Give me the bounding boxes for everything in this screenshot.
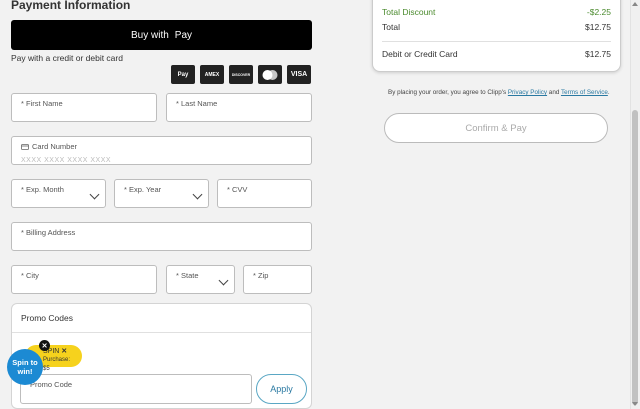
- visa-card-icon: VISA: [287, 65, 311, 84]
- apple-pay-button[interactable]: Buy with Pay: [11, 20, 312, 50]
- cvv-label: * CVV: [227, 185, 248, 194]
- terms-prefix: By placing your order, you agree to Clip…: [388, 89, 508, 96]
- divider: [12, 332, 311, 333]
- spin-to-win-button[interactable]: Spin to win!: [7, 349, 43, 385]
- scroll-up-icon[interactable]: [632, 2, 638, 6]
- summary-label: Total Discount: [382, 7, 436, 17]
- terms-and: and: [547, 89, 561, 96]
- terms-of-service-link[interactable]: Terms of Service: [561, 89, 608, 96]
- card-number-placeholder: XXXX XXXX XXXX XXXX: [21, 157, 112, 164]
- first-name-field[interactable]: * First Name: [11, 93, 157, 122]
- discover-card-icon: DISCOVER: [229, 65, 253, 84]
- promo-code-label: Promo Code: [30, 380, 73, 389]
- spin-to-win-label: Spin to win!: [12, 358, 38, 376]
- close-icon[interactable]: ✕: [39, 340, 50, 351]
- close-icon[interactable]: ✕: [61, 348, 67, 355]
- chevron-down-icon: [218, 275, 229, 286]
- apple-pay-label: Buy with: [130, 29, 169, 41]
- summary-value: $12.75: [585, 49, 611, 59]
- last-name-field[interactable]: * Last Name: [166, 93, 312, 122]
- city-label: * City: [21, 271, 39, 280]
- scrollbar-thumb[interactable]: [632, 110, 638, 405]
- state-select[interactable]: * State: [166, 265, 235, 294]
- divider: [382, 41, 611, 42]
- billing-address-field[interactable]: * Billing Address: [11, 222, 312, 251]
- chevron-down-icon: [89, 189, 100, 200]
- card-subtitle: Pay with a credit or debit card: [11, 53, 123, 63]
- chevron-down-icon: [192, 189, 203, 200]
- promo-code-input[interactable]: Promo Code: [20, 374, 252, 404]
- exp-year-select[interactable]: * Exp. Year: [114, 179, 209, 208]
- card-number-label-wrap: Card Number: [21, 142, 77, 151]
- billing-address-label: * Billing Address: [21, 228, 76, 237]
- mastercard-circles-icon: [262, 69, 278, 80]
- cvv-field[interactable]: * CVV: [217, 179, 312, 208]
- zip-label: * Zip: [253, 271, 269, 280]
- accepted-cards: Pay AMEX DISCOVER VISA: [171, 65, 311, 84]
- summary-row-total: Total $12.75: [382, 22, 611, 32]
- summary-value: $12.75: [585, 22, 611, 32]
- card-number-field[interactable]: Card Number XXXX XXXX XXXX XXXX: [11, 136, 312, 165]
- privacy-policy-link[interactable]: Privacy Policy: [508, 89, 547, 96]
- exp-month-label: * Exp. Month: [21, 185, 64, 194]
- first-name-label: * First Name: [21, 99, 63, 108]
- summary-label: Total: [382, 22, 400, 32]
- terms-suffix: .: [607, 89, 610, 96]
- exp-month-select[interactable]: * Exp. Month: [11, 179, 106, 208]
- state-label: * State: [176, 271, 199, 280]
- amex-card-icon: AMEX: [200, 65, 224, 84]
- credit-card-icon: [21, 143, 29, 150]
- promo-codes-title: Promo Codes: [21, 313, 73, 323]
- summary-row-payment: Debit or Credit Card $12.75: [382, 49, 611, 59]
- apply-button[interactable]: Apply: [256, 374, 307, 404]
- scroll-down-icon[interactable]: [632, 402, 638, 406]
- summary-row-discount: Total Discount -$2.25: [382, 7, 611, 17]
- mastercard-card-icon: [258, 65, 282, 84]
- confirm-pay-button[interactable]: Confirm & Pay: [384, 113, 608, 143]
- summary-label: Debit or Credit Card: [382, 49, 458, 59]
- city-field[interactable]: * City: [11, 265, 157, 294]
- apple-pay-card-icon: Pay: [171, 65, 195, 84]
- card-number-label: Card Number: [32, 142, 78, 151]
- exp-year-label: * Exp. Year: [124, 185, 162, 194]
- apple-pay-brand: Pay: [174, 29, 193, 41]
- page-title: Payment Information: [11, 0, 131, 12]
- zip-field[interactable]: * Zip: [243, 265, 312, 294]
- last-name-label: * Last Name: [176, 99, 218, 108]
- order-summary: Total Discount -$2.25 Total $12.75 Debit…: [372, 0, 621, 72]
- terms-notice: By placing your order, you agree to Clip…: [388, 89, 610, 96]
- summary-value: -$2.25: [586, 7, 611, 17]
